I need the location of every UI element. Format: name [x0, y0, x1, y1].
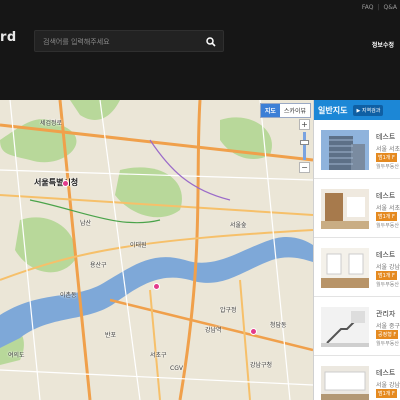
- info-edit-link[interactable]: 정보수정: [372, 40, 394, 49]
- map-label: 이태원: [130, 242, 147, 249]
- zoom-slider[interactable]: [300, 132, 309, 160]
- listing-agency: 월두부동산: [376, 341, 400, 347]
- zoom-control: + −: [299, 119, 310, 175]
- map-type-map-button[interactable]: 지도: [260, 104, 280, 117]
- listing-title: 관리자: [376, 310, 396, 318]
- top-header: FAQ | Q&A rd 정보수정: [0, 0, 400, 100]
- listing-address: 서울 서초: [376, 205, 400, 212]
- panel-title: 일반지도: [318, 105, 348, 115]
- listing-thumbnail: [321, 366, 369, 400]
- map-label: 강남역: [205, 327, 222, 334]
- listing-badge: 공정형 F: [376, 330, 399, 339]
- listing-badge: 범1개 F: [376, 153, 397, 162]
- listing-item[interactable]: 테스트 서울 서초 범1개 F 월두부동산: [314, 179, 400, 238]
- listing-address: 서울 강남: [376, 264, 400, 271]
- listing-agency: 월두부동산: [376, 223, 400, 229]
- listing-agency: 월두부동산: [376, 282, 400, 288]
- listing-item[interactable]: 테스트 서울 강남 범1개 F: [314, 356, 400, 400]
- map-label: 이촌동: [60, 292, 77, 299]
- zoom-in-button[interactable]: +: [299, 119, 310, 130]
- map-label: 서초구: [150, 352, 167, 359]
- map-label: 세검정로: [40, 120, 63, 127]
- map-marker[interactable]: [250, 328, 257, 335]
- listing-badge: 범1개 F: [376, 271, 397, 280]
- listing-title: 테스트: [376, 369, 396, 377]
- link-separator: |: [377, 4, 380, 11]
- map-label: 청담동: [270, 322, 287, 329]
- zoom-slider-handle[interactable]: [300, 140, 309, 145]
- listing-address: 서울 강남: [376, 382, 400, 389]
- map-type-toggle: 지도 스카이뷰: [259, 103, 311, 118]
- map-label: CGV: [170, 365, 183, 372]
- faq-link[interactable]: FAQ: [362, 4, 374, 11]
- listing-address: 서울 중구: [376, 323, 400, 330]
- map-label: 여의도: [8, 352, 25, 359]
- site-logo[interactable]: rd: [0, 30, 17, 45]
- listing-thumbnail: [321, 189, 369, 229]
- map-label: 반포: [105, 332, 117, 339]
- map-label: 서울특별시청: [34, 178, 79, 187]
- listing-item[interactable]: 테스트 서울 서초 범1개 F 월두부동산: [314, 120, 400, 179]
- listing-agency: 월두부동산: [376, 164, 400, 170]
- map-label: 압구정: [220, 307, 237, 314]
- map-view[interactable]: 세검정로 서울특별시청 남산 용산구 이태원 이촌동 서울숲 강남구청 여의도 …: [0, 100, 313, 400]
- map-label: 강남구청: [250, 362, 273, 369]
- map-label: 남산: [80, 220, 92, 227]
- map-marker[interactable]: [62, 180, 69, 187]
- listing-address: 서울 서초: [376, 146, 400, 153]
- top-links: FAQ | Q&A: [362, 4, 397, 11]
- map-type-sky-button[interactable]: 스카이뷰: [280, 104, 310, 117]
- listing-badge: 범1개 F: [376, 389, 397, 398]
- panel-header: 일반지도 ▶ 지역검과: [314, 100, 400, 120]
- search-icon[interactable]: [206, 37, 216, 47]
- listing-title: 테스트: [376, 133, 396, 141]
- listing-thumbnail: [321, 248, 369, 288]
- listing-title: 테스트: [376, 251, 396, 259]
- listing-item[interactable]: 테스트 서울 강남 범1개 F 월두부동산: [314, 238, 400, 297]
- listing-thumbnail: [321, 130, 369, 170]
- qna-link[interactable]: Q&A: [383, 4, 397, 11]
- listing-badge: 범1개 F: [376, 212, 397, 221]
- listing-thumbnail: [321, 307, 369, 347]
- listing-panel: 일반지도 ▶ 지역검과 테스트 서울 서초 범1개 F 월두부동산 테스트 서울…: [313, 100, 400, 400]
- search-input[interactable]: [43, 35, 203, 48]
- listing-title: 테스트: [376, 192, 396, 200]
- map-label: 서울숲: [230, 222, 247, 229]
- map-label: 용산구: [90, 262, 107, 269]
- search-box: [34, 30, 224, 52]
- map-marker[interactable]: [153, 283, 160, 290]
- zoom-out-button[interactable]: −: [299, 162, 310, 173]
- listing-item[interactable]: 관리자 서울 중구 공정형 F 월두부동산: [314, 297, 400, 356]
- region-filter-button[interactable]: ▶ 지역검과: [353, 104, 384, 116]
